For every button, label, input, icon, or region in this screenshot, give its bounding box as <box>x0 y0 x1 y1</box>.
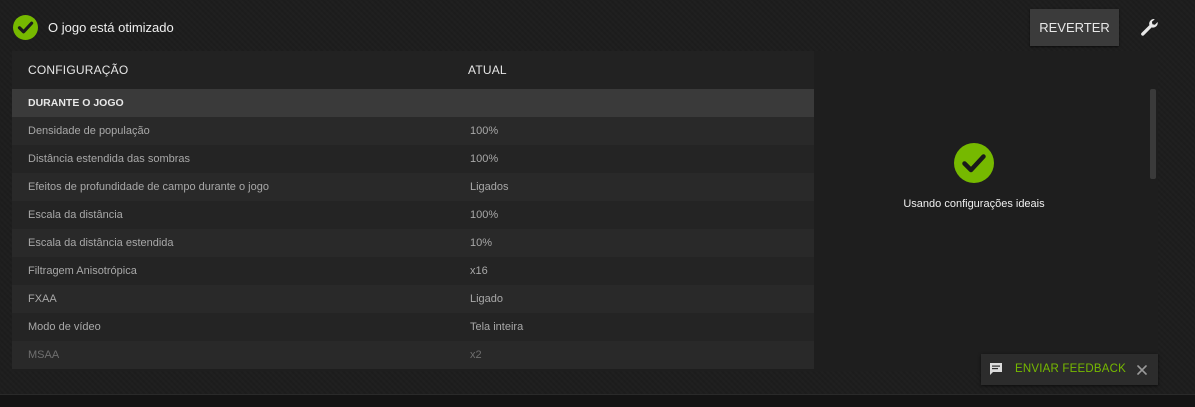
section-header: DURANTE O JOGO <box>12 89 814 117</box>
settings-table: CONFIGURAÇÃO ATUAL DURANTE O JOGO Densid… <box>12 51 814 371</box>
column-header-current: ATUAL <box>468 63 507 77</box>
check-circle-icon <box>13 15 38 40</box>
bottom-divider <box>0 394 1195 407</box>
setting-name: FXAA <box>28 293 57 305</box>
section-label: DURANTE O JOGO <box>28 97 124 109</box>
setting-name: Escala da distância estendida <box>28 237 174 249</box>
column-header-config: CONFIGURAÇÃO <box>28 63 129 77</box>
table-row: Efeitos de profundidade de campo durante… <box>12 173 814 201</box>
scrollbar[interactable] <box>1150 89 1156 179</box>
table-row: Distância estendida das sombras 100% <box>12 145 814 173</box>
wrench-icon[interactable] <box>1139 17 1159 37</box>
setting-name: Modo de vídeo <box>28 321 101 333</box>
setting-name: Escala da distância <box>28 209 123 221</box>
setting-name: Densidade de população <box>28 125 150 137</box>
send-feedback-link[interactable]: ENVIAR FEEDBACK <box>1015 363 1126 375</box>
setting-value: 100% <box>470 153 499 165</box>
optimization-status: O jogo está otimizado <box>48 20 174 35</box>
top-bar: O jogo está otimizado REVERTER <box>0 0 1195 50</box>
feedback-bar: ENVIAR FEEDBACK <box>981 354 1158 385</box>
setting-value: x2 <box>470 349 482 361</box>
table-row: Escala da distância 100% <box>12 201 814 229</box>
setting-name: Filtragem Anisotrópica <box>28 265 137 277</box>
revert-button[interactable]: REVERTER <box>1030 9 1119 46</box>
table-row: Modo de vídeo Tela inteira <box>12 313 814 341</box>
settings-panel: CONFIGURAÇÃO ATUAL DURANTE O JOGO Densid… <box>12 51 1158 371</box>
table-row: FXAA Ligado <box>12 285 814 313</box>
check-circle-icon <box>954 143 994 183</box>
setting-value: 100% <box>470 125 499 137</box>
setting-value: 100% <box>470 209 499 221</box>
table-row: Densidade de população 100% <box>12 117 814 145</box>
setting-name: Distância estendida das sombras <box>28 153 191 165</box>
setting-value: Tela inteira <box>470 321 524 333</box>
close-icon[interactable] <box>1136 363 1148 375</box>
setting-value: 10% <box>470 237 493 249</box>
ideal-settings-message: Usando configurações ideais <box>903 198 1045 210</box>
table-row: Filtragem Anisotrópica x16 <box>12 257 814 285</box>
setting-value: x16 <box>470 265 488 277</box>
setting-value: Ligado <box>470 293 504 305</box>
table-row: MSAA x2 <box>12 341 814 369</box>
setting-name: Efeitos de profundidade de campo durante… <box>28 181 269 193</box>
table-row: Escala da distância estendida 10% <box>12 229 814 257</box>
setting-value: Ligados <box>470 181 509 193</box>
chat-icon[interactable] <box>989 362 1003 376</box>
table-header: CONFIGURAÇÃO ATUAL <box>12 51 814 89</box>
setting-name: MSAA <box>28 349 60 361</box>
